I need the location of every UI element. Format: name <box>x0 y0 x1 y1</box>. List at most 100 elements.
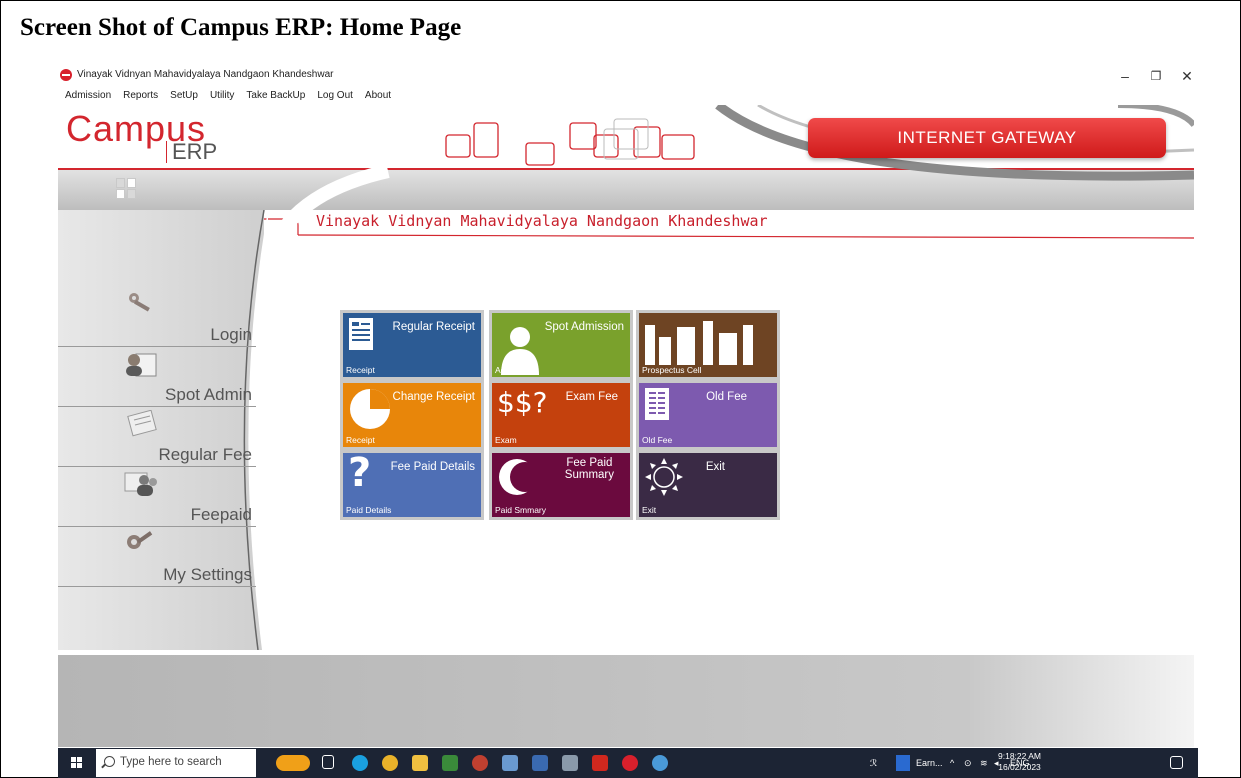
bottom-bar <box>58 655 1194 747</box>
app-window: Campus ERP INTERNET GATEWAY Vinayak Vidn… <box>58 105 1194 747</box>
tile-exit[interactable]: Exit Exit <box>636 450 780 520</box>
menu-utility[interactable]: Utility <box>203 88 239 105</box>
tile-title: Regular Receipt <box>392 321 475 333</box>
tile-exam[interactable]: $$? Exam Fee Exam <box>489 380 633 450</box>
close-button[interactable]: ✕ <box>1172 64 1202 88</box>
word-icon[interactable] <box>532 755 548 771</box>
sidebar-label-regular-fee: Regular Fee <box>158 445 252 464</box>
campus-erp-logo: Campus ERP <box>66 111 217 163</box>
flower-widget-icon[interactable] <box>276 755 310 771</box>
sidebar-item-login[interactable]: Login <box>58 288 256 347</box>
people-icon[interactable]: ℛ <box>870 758 877 769</box>
taskbar: Type here to search ℛ Earn... ^ ⊙ ≋ ◂ EN… <box>58 748 1198 778</box>
logo-erp-text: ERP <box>172 139 218 164</box>
user-card-icon <box>126 353 157 377</box>
file-explorer-icon[interactable] <box>412 755 428 771</box>
sidebar-label-feepaid: Feepaid <box>190 505 252 524</box>
menu-log-out[interactable]: Log Out <box>310 88 358 105</box>
book-icon <box>644 387 670 426</box>
sidebar-label-spot-admin: Spot Admin <box>165 385 252 404</box>
sidebar-label-login: Login <box>210 325 252 344</box>
sidebar: Login Spot Admin Regular Fee Feepaid My … <box>58 210 268 650</box>
tile-footer-label: Prospectus Cell <box>642 365 702 375</box>
window-title: Vinayak Vidnyan Mahavidyalaya Nandgaon K… <box>77 69 334 80</box>
tile-footer-label: Paid Details <box>346 505 392 515</box>
sidebar-item-feepaid[interactable]: Feepaid <box>58 468 256 527</box>
logo-divider <box>166 141 167 163</box>
grid-icon <box>116 178 136 200</box>
window-title-bar: Vinayak Vidnyan Mahavidyalaya Nandgaon K… <box>58 64 1198 88</box>
tile-title: Old Fee <box>706 391 747 403</box>
moon-icon <box>497 457 540 502</box>
tile-prospectus-cell[interactable]: Prospectus Cell <box>636 310 780 380</box>
minimize-button[interactable]: – <box>1110 64 1140 88</box>
app-icon-infinity[interactable] <box>472 755 488 771</box>
tray-app-label[interactable]: Earn... <box>916 758 943 768</box>
keys-icon <box>129 293 150 312</box>
excel-app-icon[interactable] <box>442 755 458 771</box>
notification-icon[interactable] <box>1170 756 1183 769</box>
internet-gateway-button[interactable]: INTERNET GATEWAY <box>808 118 1166 158</box>
tray-app-icon[interactable] <box>896 755 910 771</box>
tile-paid-details[interactable]: ? Fee Paid Details Paid Details <box>340 450 484 520</box>
menu-bar: Admission Reports SetUp Utility Take Bac… <box>58 88 1194 105</box>
menu-setup[interactable]: SetUp <box>163 88 203 105</box>
search-icon <box>104 756 115 767</box>
acrobat-icon[interactable] <box>592 755 608 771</box>
taskbar-search[interactable]: Type here to search <box>96 749 256 777</box>
chrome-profile-icon[interactable] <box>652 755 668 771</box>
task-view-icon[interactable] <box>322 755 334 769</box>
document-icon <box>348 317 374 356</box>
clock-date: 16/02/2023 <box>998 762 1041 772</box>
erp-app-icon[interactable] <box>622 755 638 771</box>
chrome-icon[interactable] <box>382 755 398 771</box>
sidebar-label-my-settings: My Settings <box>163 565 252 584</box>
wifi-icon[interactable]: ≋ <box>980 758 988 769</box>
dollar-icon: $$? <box>497 386 548 419</box>
tile-title: Change Receipt <box>392 391 475 403</box>
menu-about[interactable]: About <box>358 88 396 105</box>
tile-receipt[interactable]: Regular Receipt Receipt <box>340 310 484 380</box>
tile-title: Fee Paid Details <box>390 461 475 473</box>
network-icon[interactable]: ⊙ <box>964 758 972 769</box>
wrench-icon <box>127 531 153 549</box>
app-icon <box>60 69 72 81</box>
app-icon-pen[interactable] <box>502 755 518 771</box>
sidebar-item-spot-admin[interactable]: Spot Admin <box>58 348 256 407</box>
users-card-icon <box>124 472 157 496</box>
windows-start-icon[interactable] <box>71 757 83 769</box>
tile-title: Spot Admission <box>544 321 624 333</box>
edge-icon[interactable] <box>352 755 368 771</box>
tile-footer-label: Paid Smmary <box>495 505 547 515</box>
sidebar-item-regular-fee[interactable]: Regular Fee <box>58 408 256 467</box>
document-caption: Screen Shot of Campus ERP: Home Page <box>20 14 462 41</box>
tile-footer-label: Old Fee <box>642 435 673 445</box>
menu-reports[interactable]: Reports <box>116 88 163 105</box>
search-placeholder: Type here to search <box>120 756 222 768</box>
tile-admission[interactable]: Spot Admission Admission <box>489 310 633 380</box>
college-name: Vinayak Vidnyan Mahavidyalaya Nandgaon K… <box>316 212 768 230</box>
sun-icon <box>644 457 684 502</box>
menu-take-backup[interactable]: Take BackUp <box>239 88 310 105</box>
tile-footer-label: Receipt <box>346 365 375 375</box>
tile-footer-label: Exit <box>642 505 657 515</box>
restore-button[interactable]: ❐ <box>1141 64 1171 88</box>
tile-title: Exit <box>705 461 725 473</box>
chevron-up-icon[interactable]: ^ <box>950 758 954 768</box>
menu-admission[interactable]: Admission <box>58 88 116 105</box>
tile-footer-label: Admission <box>495 365 535 375</box>
pie-icon <box>348 387 392 436</box>
clock[interactable]: 9:18:22 AM 16/02/2023 <box>998 751 1041 773</box>
tile-old-fee[interactable]: Old Fee Old Fee <box>636 380 780 450</box>
tile-footer-label: Exam <box>495 435 517 445</box>
tile-receipt[interactable]: Change Receipt Receipt <box>340 380 484 450</box>
clock-time: 9:18:22 AM <box>998 751 1042 761</box>
question-icon: ? <box>348 450 372 496</box>
tile-title: Exam Fee <box>565 391 618 403</box>
receipt-icon <box>127 410 157 437</box>
tile-paid-smmary[interactable]: Fee Paid Summary Paid Smmary <box>489 450 633 520</box>
sidebar-item-my-settings[interactable]: My Settings <box>58 528 256 587</box>
tile-footer-label: Receipt <box>346 435 375 445</box>
tile-title: Fee Paid Summary <box>564 457 614 481</box>
app-icon-people[interactable] <box>562 755 578 771</box>
